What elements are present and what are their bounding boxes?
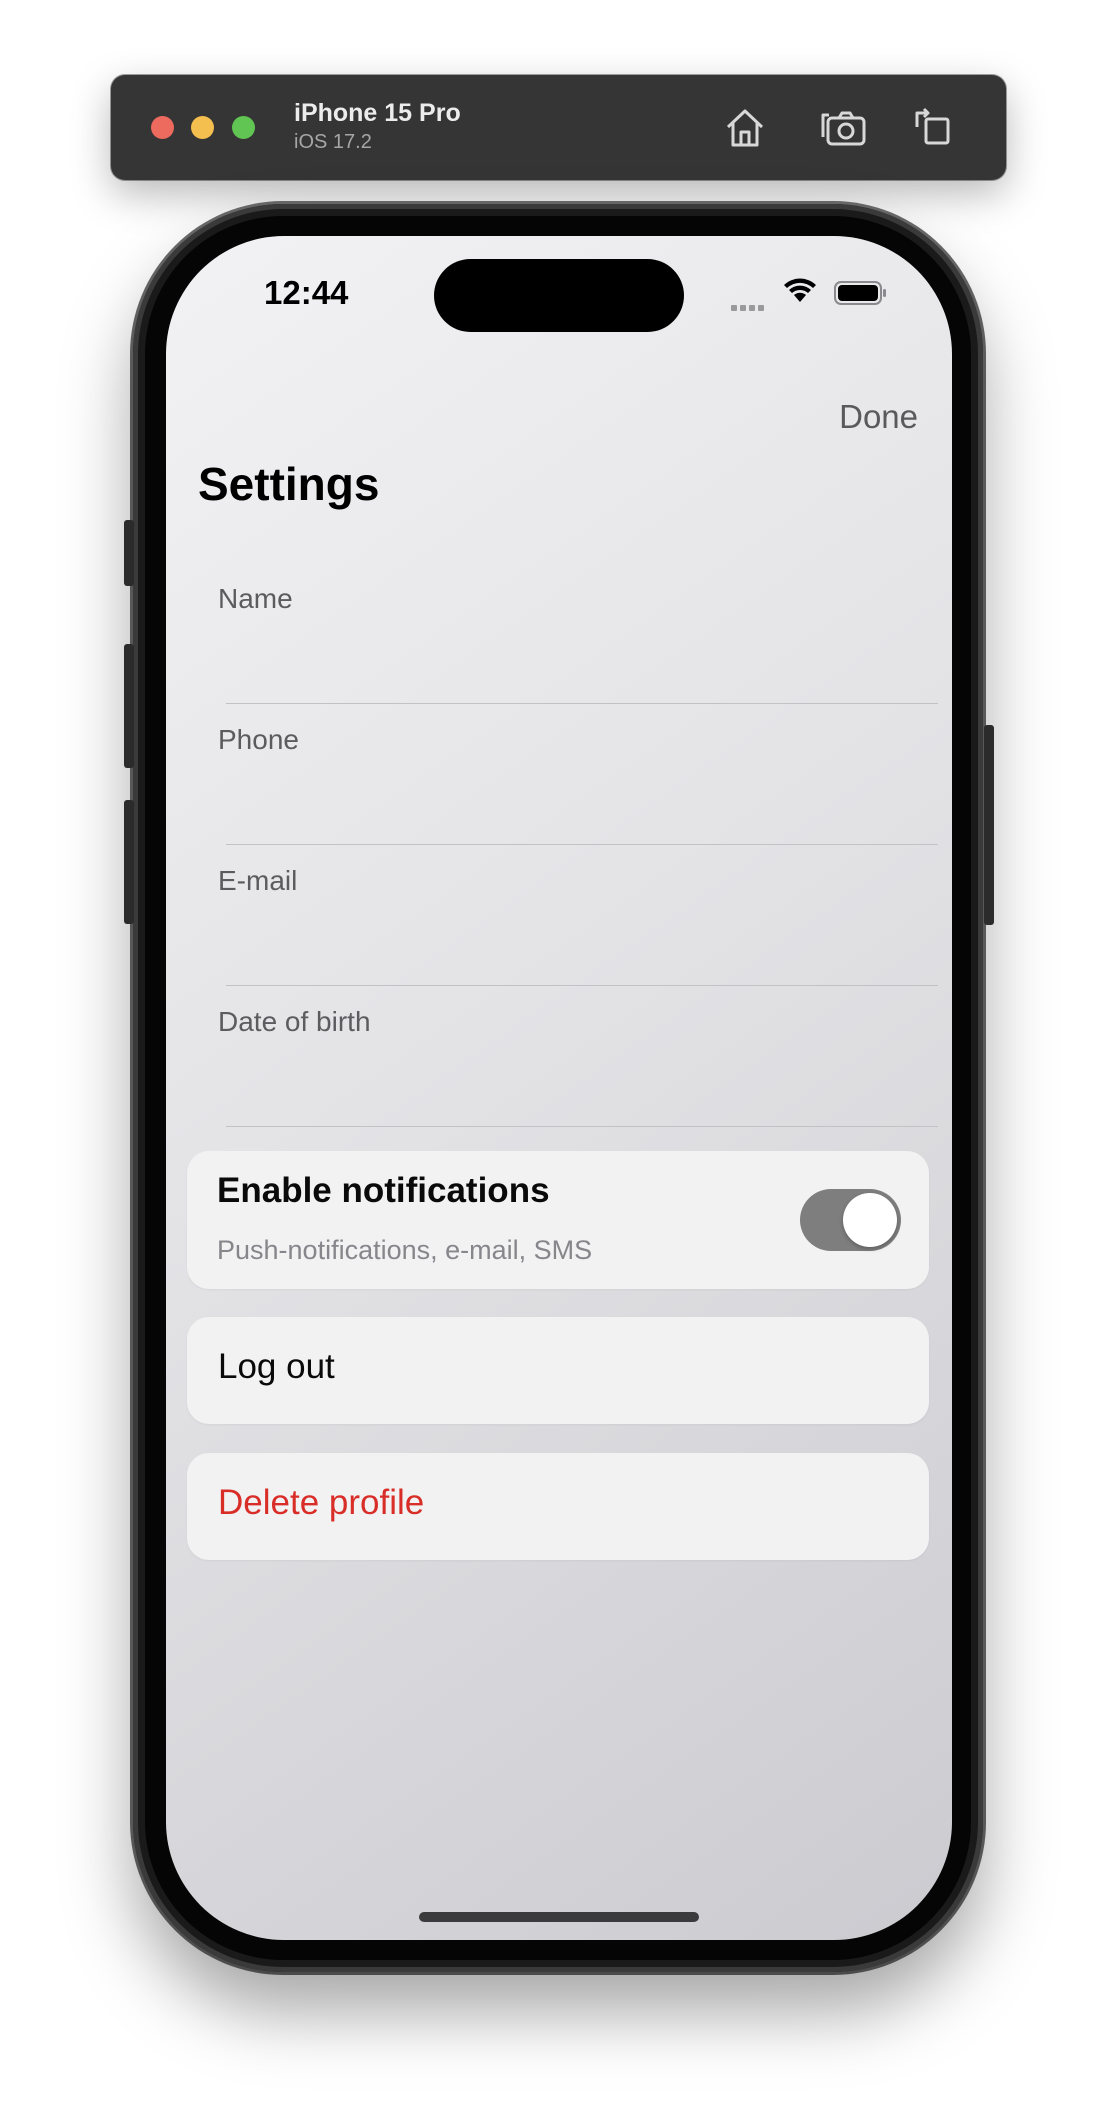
date-of-birth-input[interactable]: [218, 1054, 912, 1108]
logout-button[interactable]: Log out: [187, 1317, 929, 1424]
notifications-title: Enable notifications: [217, 1171, 550, 1210]
wifi-icon: [784, 278, 816, 302]
email-field: E-mail: [218, 865, 938, 1005]
os-version: iOS 17.2: [294, 131, 372, 153]
close-window-button[interactable]: [151, 116, 174, 139]
divider: [226, 1126, 938, 1127]
battery-icon: [834, 281, 886, 305]
home-icon: [726, 109, 764, 147]
divider: [226, 844, 938, 845]
notifications-toggle[interactable]: [800, 1189, 901, 1251]
name-input[interactable]: [218, 631, 912, 685]
zoom-window-button[interactable]: [232, 116, 255, 139]
volume-down-button: [124, 800, 134, 924]
logout-label: Log out: [218, 1347, 335, 1386]
phone-field: Phone: [218, 724, 938, 864]
home-indicator[interactable]: [419, 1912, 699, 1922]
notifications-subtitle: Push-notifications, e-mail, SMS: [217, 1235, 593, 1265]
device-name: iPhone 15 Pro: [294, 99, 461, 127]
phone-input[interactable]: [218, 772, 912, 826]
toggle-knob: [843, 1193, 897, 1247]
page-title: Settings: [198, 458, 380, 510]
simulator-toolbar: iPhone 15 Pro iOS 17.2: [111, 75, 1006, 180]
rotate-icon: [915, 107, 950, 145]
date-of-birth-label: Date of birth: [218, 1006, 371, 1037]
screenshot-button[interactable]: [819, 103, 869, 153]
done-button[interactable]: Done: [839, 398, 918, 436]
delete-profile-button[interactable]: Delete profile: [187, 1453, 929, 1560]
screenshot-icon: [821, 111, 866, 146]
power-button: [984, 725, 994, 925]
status-time: 12:44: [264, 274, 349, 311]
cellular-signal-icon: [731, 298, 767, 316]
volume-up-button: [124, 644, 134, 768]
divider: [226, 985, 938, 986]
delete-profile-label: Delete profile: [218, 1483, 425, 1522]
home-button[interactable]: [720, 103, 770, 153]
action-button: [124, 520, 134, 586]
dynamic-island: [434, 259, 684, 332]
divider: [226, 703, 938, 704]
phone-label: Phone: [218, 724, 299, 755]
name-field: Name: [218, 583, 938, 723]
notifications-card: Enable notifications Push-notifications,…: [187, 1151, 929, 1289]
rotate-button[interactable]: [908, 103, 958, 153]
email-input[interactable]: [218, 913, 912, 967]
minimize-window-button[interactable]: [191, 116, 214, 139]
email-label: E-mail: [218, 865, 298, 896]
name-label: Name: [218, 583, 293, 614]
device-screen: 12:44 Done Settings Name Phone E-mail Da…: [166, 236, 952, 1940]
date-of-birth-field: Date of birth: [218, 1006, 938, 1146]
